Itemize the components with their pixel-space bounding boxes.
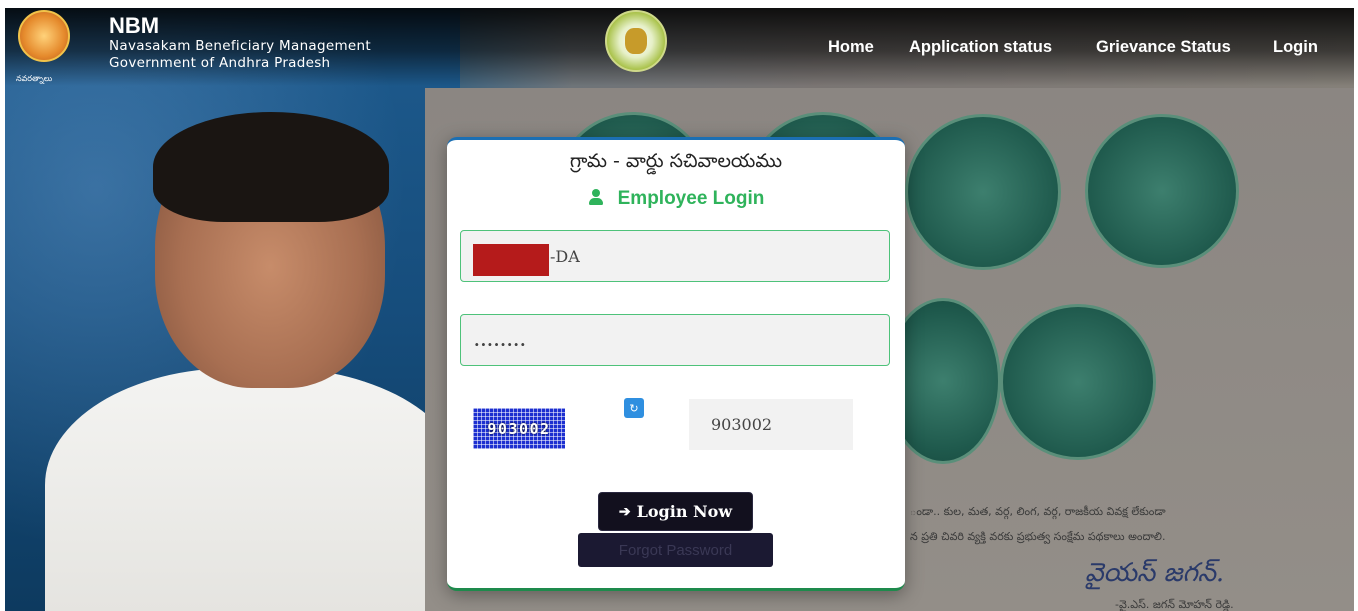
brand-title: NBM — [109, 13, 160, 38]
portrait-hair — [153, 112, 389, 222]
signature: వైయస్ జగన్. — [1085, 558, 1225, 588]
nav-grievance-status[interactable]: Grievance Status — [1096, 38, 1231, 57]
brand: NBM Navasakam Beneficiary Management Gov… — [109, 14, 371, 72]
refresh-icon: ↻ — [629, 401, 639, 415]
forgot-password-label: Forgot Password — [618, 541, 733, 559]
captcha-refresh-button[interactable]: ↻ — [624, 398, 644, 418]
login-button[interactable]: ➔ Login Now — [598, 492, 753, 531]
nav-login[interactable]: Login — [1273, 38, 1318, 57]
header-bar: నవరత్నాలు NBM Navasakam Beneficiary Mana… — [5, 8, 1354, 86]
captcha-image: 903002 — [473, 408, 565, 449]
sign-in-icon: ➔ — [618, 503, 631, 520]
portrait-shirt — [45, 368, 465, 611]
password-field[interactable] — [460, 314, 890, 366]
card-subtitle: Employee Login — [617, 188, 765, 209]
redacted-username — [473, 244, 549, 276]
card-title: గ్రామ - వార్డు సచివాలయము — [569, 150, 783, 172]
brand-line-1: Navasakam Beneficiary Management — [109, 38, 371, 54]
scheme-badge — [905, 114, 1061, 270]
nav-home[interactable]: Home — [828, 38, 874, 57]
login-card: గ్రామ - వార్డు సచివాలయము Employee Login … — [447, 137, 905, 591]
signature-name: -వై.ఎస్. జగన్ మోహన్ రెడ్డి. — [1115, 598, 1234, 611]
login-button-label: Login Now — [636, 502, 733, 521]
navaratnalu-logo-icon — [18, 10, 70, 62]
nav-application-status[interactable]: Application status — [909, 38, 1052, 57]
scheme-badge — [1000, 304, 1156, 460]
quote-line-1: ండా.. కుల, మత, వర్గ, లింగ, వర్గ, రాజకీయ … — [910, 505, 1166, 518]
forgot-password-button[interactable]: Forgot Password — [578, 533, 773, 567]
username-suffix: -DA — [550, 247, 580, 266]
quote-line-2: న ప్రతి చివరి వ్యక్తి వరకు ప్రభుత్వ సంక్… — [910, 530, 1166, 543]
ap-emblem-icon — [605, 10, 667, 72]
logo-caption: నవరత్నాలు — [16, 74, 53, 83]
captcha-input[interactable] — [689, 399, 853, 450]
emblem-center — [625, 28, 647, 54]
captcha-image-text: 903002 — [487, 420, 551, 438]
brand-line-2: Government of Andhra Pradesh — [109, 55, 331, 71]
user-icon — [588, 189, 604, 205]
card-subtitle-row: Employee Login — [447, 188, 905, 210]
scheme-badge — [1085, 114, 1239, 268]
